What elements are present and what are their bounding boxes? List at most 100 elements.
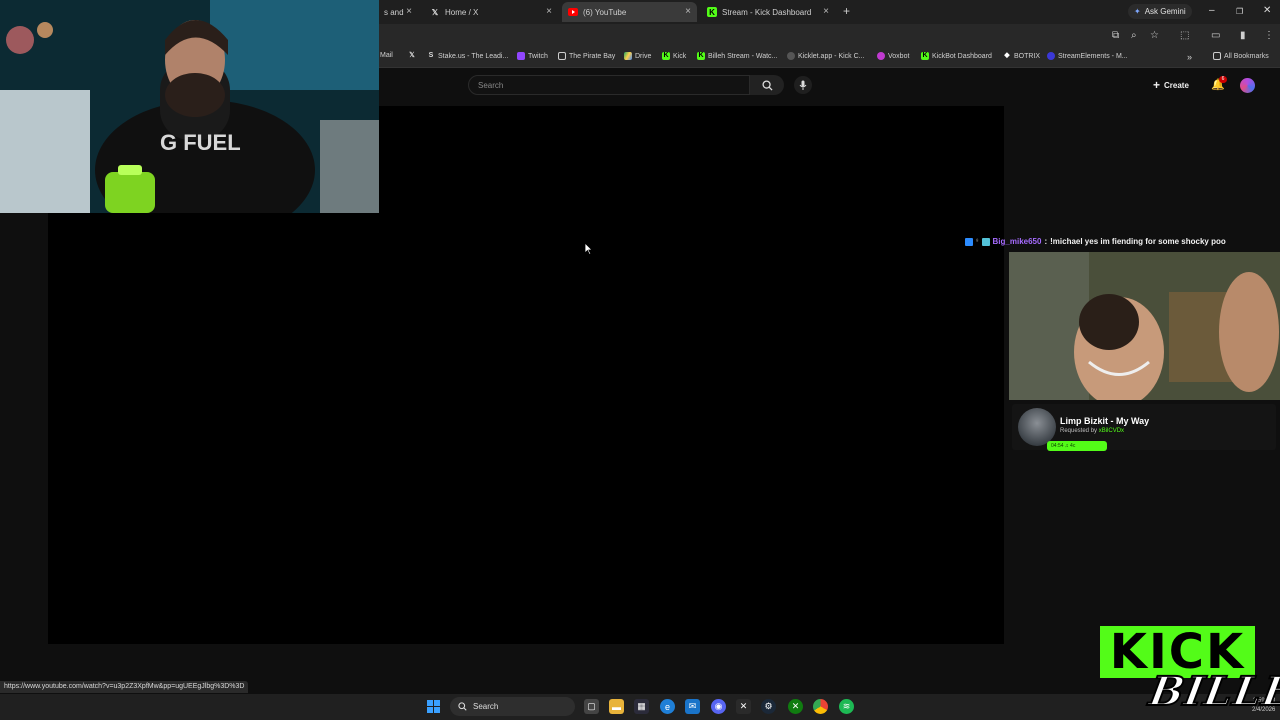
- x-icon: 𝕏: [431, 7, 439, 17]
- install-app-icon[interactable]: ⧉: [1112, 30, 1119, 41]
- chrome-icon[interactable]: [813, 699, 828, 714]
- kick-icon: K: [697, 52, 705, 60]
- store-icon[interactable]: ▦: [634, 699, 649, 714]
- requester-name: xBilCVDx: [1098, 428, 1125, 434]
- bookmark-star-icon[interactable]: ☆: [1150, 30, 1159, 41]
- billeh-logo: BILLEH: [1145, 667, 1280, 716]
- microphone-icon[interactable]: [794, 76, 812, 94]
- tab-kick-dashboard[interactable]: K Stream - Kick Dashboard ×: [701, 2, 835, 22]
- subscriber-badge-icon: [981, 237, 990, 246]
- kicklet-icon: [787, 52, 795, 60]
- ask-gemini-label: Ask Gemini: [1144, 7, 1186, 16]
- task-view-icon[interactable]: ▢: [584, 699, 599, 714]
- bookmark-x[interactable]: 𝕏: [408, 52, 416, 60]
- bookmark-voxbot[interactable]: Voxbot: [877, 52, 909, 60]
- tab-label: (6) YouTube: [583, 7, 627, 17]
- bookmark-stake[interactable]: S Stake.us - The Leadi...: [427, 52, 509, 60]
- bookmark-twitch[interactable]: Twitch: [517, 52, 548, 60]
- bookmark-pirate-bay[interactable]: The Pirate Bay: [558, 52, 615, 60]
- close-window-icon[interactable]: ✕: [1263, 5, 1271, 16]
- status-url: https://www.youtube.com/watch?v=u3p2Z3Xp…: [0, 681, 249, 693]
- windows-start-icon[interactable]: [426, 699, 441, 714]
- chat-message: ⁸ Big_mike650 : !michael yes im fiending…: [965, 237, 1226, 246]
- badge-icon: ⁸: [976, 238, 979, 245]
- bookmark-kick[interactable]: K Kick: [662, 52, 686, 60]
- tab-partial[interactable]: s and ×: [378, 2, 418, 22]
- more-bookmarks-icon[interactable]: »: [1187, 52, 1192, 62]
- profile-icon[interactable]: ▮: [1240, 30, 1246, 41]
- webcam-overlay: G FUEL: [0, 0, 379, 213]
- gemini-icon: ✦: [1134, 7, 1141, 16]
- voxbot-icon: [877, 52, 885, 60]
- close-tab-icon[interactable]: ×: [546, 6, 552, 17]
- new-tab-button[interactable]: +: [843, 4, 850, 18]
- extensions-icon[interactable]: ⬚: [1180, 30, 1189, 41]
- youtube-search-input[interactable]: Search: [468, 75, 750, 95]
- bookmark-label: Kick: [673, 52, 687, 60]
- menu-icon[interactable]: ⋮: [1264, 30, 1274, 41]
- steam-icon[interactable]: ⚙: [761, 699, 776, 714]
- taskbar-search[interactable]: Search: [450, 697, 575, 716]
- tab-label: Stream - Kick Dashboard: [722, 7, 812, 17]
- side-panel-icon[interactable]: ▭: [1211, 30, 1220, 41]
- file-explorer-icon[interactable]: ▬: [609, 699, 624, 714]
- tab-label: Home / X: [445, 7, 479, 17]
- stake-icon: S: [428, 52, 434, 59]
- bookmark-label: KickBot Dashboard: [932, 52, 992, 60]
- search-icon[interactable]: [750, 75, 784, 95]
- bookmark-kickbot[interactable]: K KickBot Dashboard: [921, 52, 992, 60]
- song-request-video: [1009, 252, 1280, 400]
- folder-icon: [1213, 52, 1221, 60]
- requested-prefix: Requested by: [1060, 428, 1098, 434]
- close-tab-icon[interactable]: ×: [685, 6, 691, 17]
- kick-icon: K: [662, 52, 670, 60]
- bookmark-kicklet[interactable]: Kicklet.app - Kick C...: [787, 52, 865, 60]
- x-icon: 𝕏: [409, 52, 415, 59]
- spotify-icon[interactable]: ≋: [839, 699, 854, 714]
- search-icon: [458, 702, 467, 711]
- bookmark-drive[interactable]: Drive: [624, 52, 651, 60]
- bookmark-streamelements[interactable]: StreamElements - M...: [1047, 52, 1128, 60]
- bookmark-label: Billeh Stream - Watc...: [708, 52, 778, 60]
- chat-separator: :: [1044, 237, 1048, 246]
- create-button[interactable]: + Create: [1153, 77, 1189, 93]
- chat-username: Big_mike650: [992, 237, 1042, 246]
- xbox-icon[interactable]: ✕: [788, 699, 803, 714]
- youtube-icon: [568, 7, 578, 17]
- restore-icon[interactable]: ❐: [1236, 7, 1243, 16]
- bookmark-label: StreamElements - M...: [1058, 52, 1128, 60]
- bookmark-label: The Pirate Bay: [569, 52, 616, 60]
- edge-icon[interactable]: e: [660, 699, 675, 714]
- tab-youtube[interactable]: (6) YouTube ×: [562, 2, 697, 22]
- kick-icon: K: [921, 52, 929, 60]
- discord-icon[interactable]: ◉: [711, 699, 726, 714]
- svg-text:G FUEL: G FUEL: [160, 130, 241, 155]
- bookmark-label: BOTRIX: [1014, 52, 1041, 60]
- mouse-cursor-icon: [584, 242, 593, 260]
- account-avatar[interactable]: [1240, 78, 1255, 93]
- app-icon[interactable]: ✕: [736, 699, 751, 714]
- bookmark-label: Voxbot: [888, 52, 910, 60]
- bookmark-billeh-stream[interactable]: K Billeh Stream - Watc...: [697, 52, 777, 60]
- bookmark-botrix[interactable]: ◆ BOTRIX: [1003, 52, 1040, 60]
- page-icon: [558, 52, 566, 60]
- mail-icon[interactable]: ✉: [685, 699, 700, 714]
- close-tab-icon[interactable]: ×: [823, 6, 829, 17]
- bookmark-label: Stake.us - The Leadi...: [438, 52, 509, 60]
- zoom-icon[interactable]: ⌕: [1131, 30, 1137, 41]
- ask-gemini-button[interactable]: ✦ Ask Gemini: [1128, 4, 1192, 19]
- all-bookmarks-folder[interactable]: All Bookmarks: [1213, 52, 1269, 60]
- plus-icon: +: [1153, 78, 1161, 92]
- search-placeholder: Search: [478, 81, 504, 90]
- kick-icon: K: [707, 7, 717, 17]
- badge-icon: [965, 237, 973, 246]
- tab-home-x[interactable]: 𝕏 Home / X ×: [424, 2, 558, 22]
- song-requested-by: Requested by xBilCVDx: [1060, 428, 1124, 434]
- close-tab-icon[interactable]: ×: [406, 6, 412, 17]
- bookmark-label: Mail: [380, 52, 393, 59]
- bookmark-label: Twitch: [528, 52, 548, 60]
- minimize-icon[interactable]: –: [1209, 5, 1215, 16]
- create-label: Create: [1164, 80, 1189, 90]
- drive-icon: [624, 52, 632, 60]
- bookmark-mail[interactable]: Mail: [380, 52, 393, 59]
